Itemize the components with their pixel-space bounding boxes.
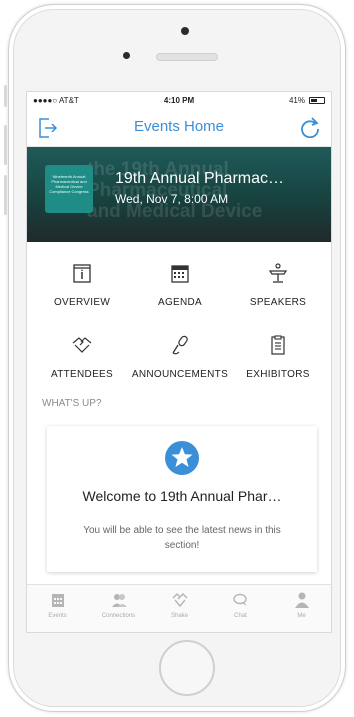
person-icon — [294, 592, 309, 608]
tab-shake[interactable]: Shake — [149, 591, 210, 619]
menu-label: ATTENDEES — [51, 369, 113, 380]
proximity-sensor — [123, 52, 130, 59]
menu-label: EXHIBITORS — [246, 369, 310, 380]
shake-icon — [172, 593, 187, 608]
home-button[interactable] — [159, 640, 215, 696]
front-camera — [181, 27, 189, 35]
tab-label: Events — [48, 613, 67, 619]
calendar-icon — [171, 265, 189, 283]
clipboard-icon — [271, 335, 285, 355]
event-banner[interactable]: the 19th Annual Pharmaceutical and Medic… — [27, 147, 331, 242]
battery-percentage: 41% — [288, 96, 305, 105]
chat-icon — [232, 593, 247, 606]
earpiece-speaker — [156, 53, 218, 61]
whats-up-label: WHAT'S UP? — [42, 398, 102, 409]
banner-background-text: the 19th Annual Pharmaceutical and Medic… — [87, 159, 263, 222]
tab-events[interactable]: Events — [27, 591, 88, 619]
event-title: 19th Annual Pharmac… — [115, 170, 284, 187]
status-bar: ●●●●○ AT&T 4:10 PM 41% — [27, 92, 331, 108]
welcome-card[interactable]: Welcome to 19th Annual Phar… You will be… — [47, 426, 317, 572]
refresh-icon[interactable] — [299, 116, 321, 138]
status-time: 4:10 PM — [163, 96, 195, 105]
tab-label: Connections — [101, 613, 136, 619]
overview-icon — [73, 264, 91, 283]
volume-down-button — [4, 175, 7, 215]
microphone-icon — [172, 335, 188, 355]
nav-bar: Events Home — [27, 108, 331, 147]
battery-icon — [309, 97, 325, 104]
menu-exhibitors[interactable]: EXHIBITORS — [228, 334, 328, 380]
app-screen: ●●●●○ AT&T 4:10 PM 41% Events Home the 1… — [26, 91, 332, 633]
volume-up-button — [4, 125, 7, 165]
events-icon — [51, 594, 64, 607]
event-logo: Nineteenth Annual Pharmaceutical and Med… — [45, 165, 93, 213]
tab-label: Me — [297, 613, 306, 619]
mute-switch — [4, 85, 7, 107]
menu-announcements[interactable]: ANNOUNCEMENTS — [130, 334, 230, 380]
menu-label: ANNOUNCEMENTS — [131, 369, 229, 380]
tab-connections[interactable]: Connections — [88, 591, 149, 619]
event-date: Wed, Nov 7, 8:00 AM — [115, 192, 229, 206]
tab-label: Shake — [170, 613, 188, 619]
menu-label: OVERVIEW — [53, 297, 111, 308]
tab-chat[interactable]: Chat — [210, 591, 271, 619]
podium-icon — [268, 263, 288, 283]
menu-attendees[interactable]: ATTENDEES — [32, 334, 132, 380]
menu-overview[interactable]: OVERVIEW — [32, 262, 132, 308]
tab-me[interactable]: Me — [271, 591, 331, 619]
card-body: You will be able to see the latest news … — [83, 525, 281, 551]
menu-label: AGENDA — [157, 297, 203, 308]
tab-label: Chat — [234, 613, 247, 619]
menu-label: SPEAKERS — [249, 297, 307, 308]
menu-agenda[interactable]: AGENDA — [130, 262, 230, 308]
handshake-icon — [72, 337, 92, 353]
connections-icon — [111, 594, 127, 607]
star-icon — [165, 441, 199, 475]
menu-speakers[interactable]: SPEAKERS — [228, 262, 328, 308]
tab-bar: Events Connections Shake Chat Me — [27, 584, 331, 632]
page-title: Events Home — [133, 118, 225, 135]
card-title: Welcome to 19th Annual Phar… — [82, 488, 282, 504]
